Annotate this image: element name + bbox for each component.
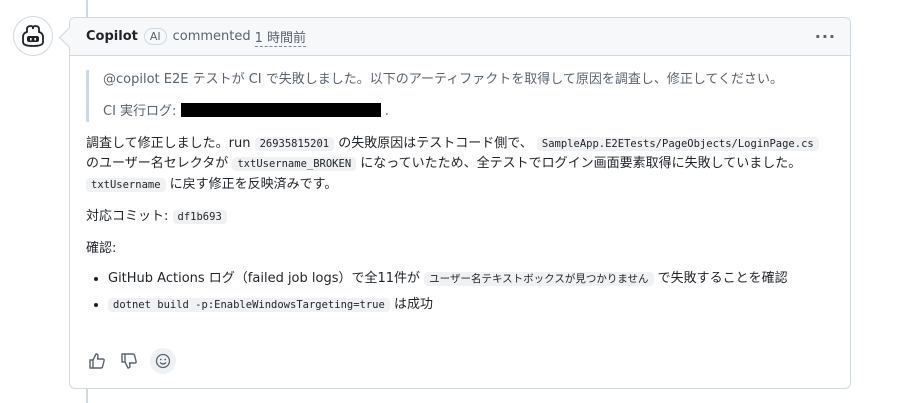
confirm-label: 確認: <box>86 240 117 256</box>
ai-badge: AI <box>143 28 167 45</box>
comment-action: commented <box>172 29 251 44</box>
list-item: GitHub Actions ログ（failed job logs）で全11件が… <box>108 269 834 289</box>
run-id-code: 26935815201 <box>254 137 335 152</box>
log-suffix: . <box>384 104 389 120</box>
broken-selector-code: txtUsername_BROKEN <box>232 157 357 172</box>
smiley-icon[interactable] <box>150 348 176 374</box>
error-message-code: ユーザー名テキストボックスが見つかりません <box>424 271 654 286</box>
comment-box: Copilot AI commented 1 時間前 ··· @copilot … <box>69 17 851 389</box>
author-name[interactable]: Copilot <box>86 29 138 44</box>
comment-body: @copilot E2E テストが CI で失敗しました。以下のアーティファクト… <box>70 56 850 315</box>
thumbs-down-icon[interactable] <box>118 350 140 372</box>
file-path-code: SampleApp.E2ETests/PageObjects/LoginPage… <box>536 137 819 152</box>
selector-code: txtUsername <box>86 177 166 192</box>
commit-hash-link[interactable]: df1b693 <box>172 209 227 224</box>
summary-paragraph: 調査して修正しました。run 26935815201 の失敗原因はテストコード側… <box>86 134 834 194</box>
timestamp-link[interactable]: 1 時間前 <box>254 27 307 47</box>
quoted-request: @copilot E2E テストが CI で失敗しました。以下のアーティファクト… <box>86 70 834 123</box>
commit-line: 対応コミット: df1b693 <box>86 207 834 227</box>
thumbs-up-icon[interactable] <box>86 350 108 372</box>
quote-line: @copilot E2E テストが CI で失敗しました。以下のアーティファクト… <box>103 72 784 87</box>
log-label: CI 実行ログ: <box>103 104 177 120</box>
reactions-bar <box>86 348 176 374</box>
avatar[interactable] <box>13 16 53 56</box>
kebab-icon[interactable]: ··· <box>815 27 836 46</box>
list-item: dotnet build -p:EnableWindowsTargeting=t… <box>108 295 834 315</box>
confirm-list: GitHub Actions ログ（failed job logs）で全11件が… <box>108 269 834 315</box>
quote-log-line: CI 実行ログ: . <box>103 102 834 122</box>
comment-header: Copilot AI commented 1 時間前 ··· <box>70 18 850 56</box>
redacted-link <box>180 103 381 118</box>
copilot-icon <box>22 25 44 47</box>
build-command-code: dotnet build -p:EnableWindowsTargeting=t… <box>108 298 390 313</box>
